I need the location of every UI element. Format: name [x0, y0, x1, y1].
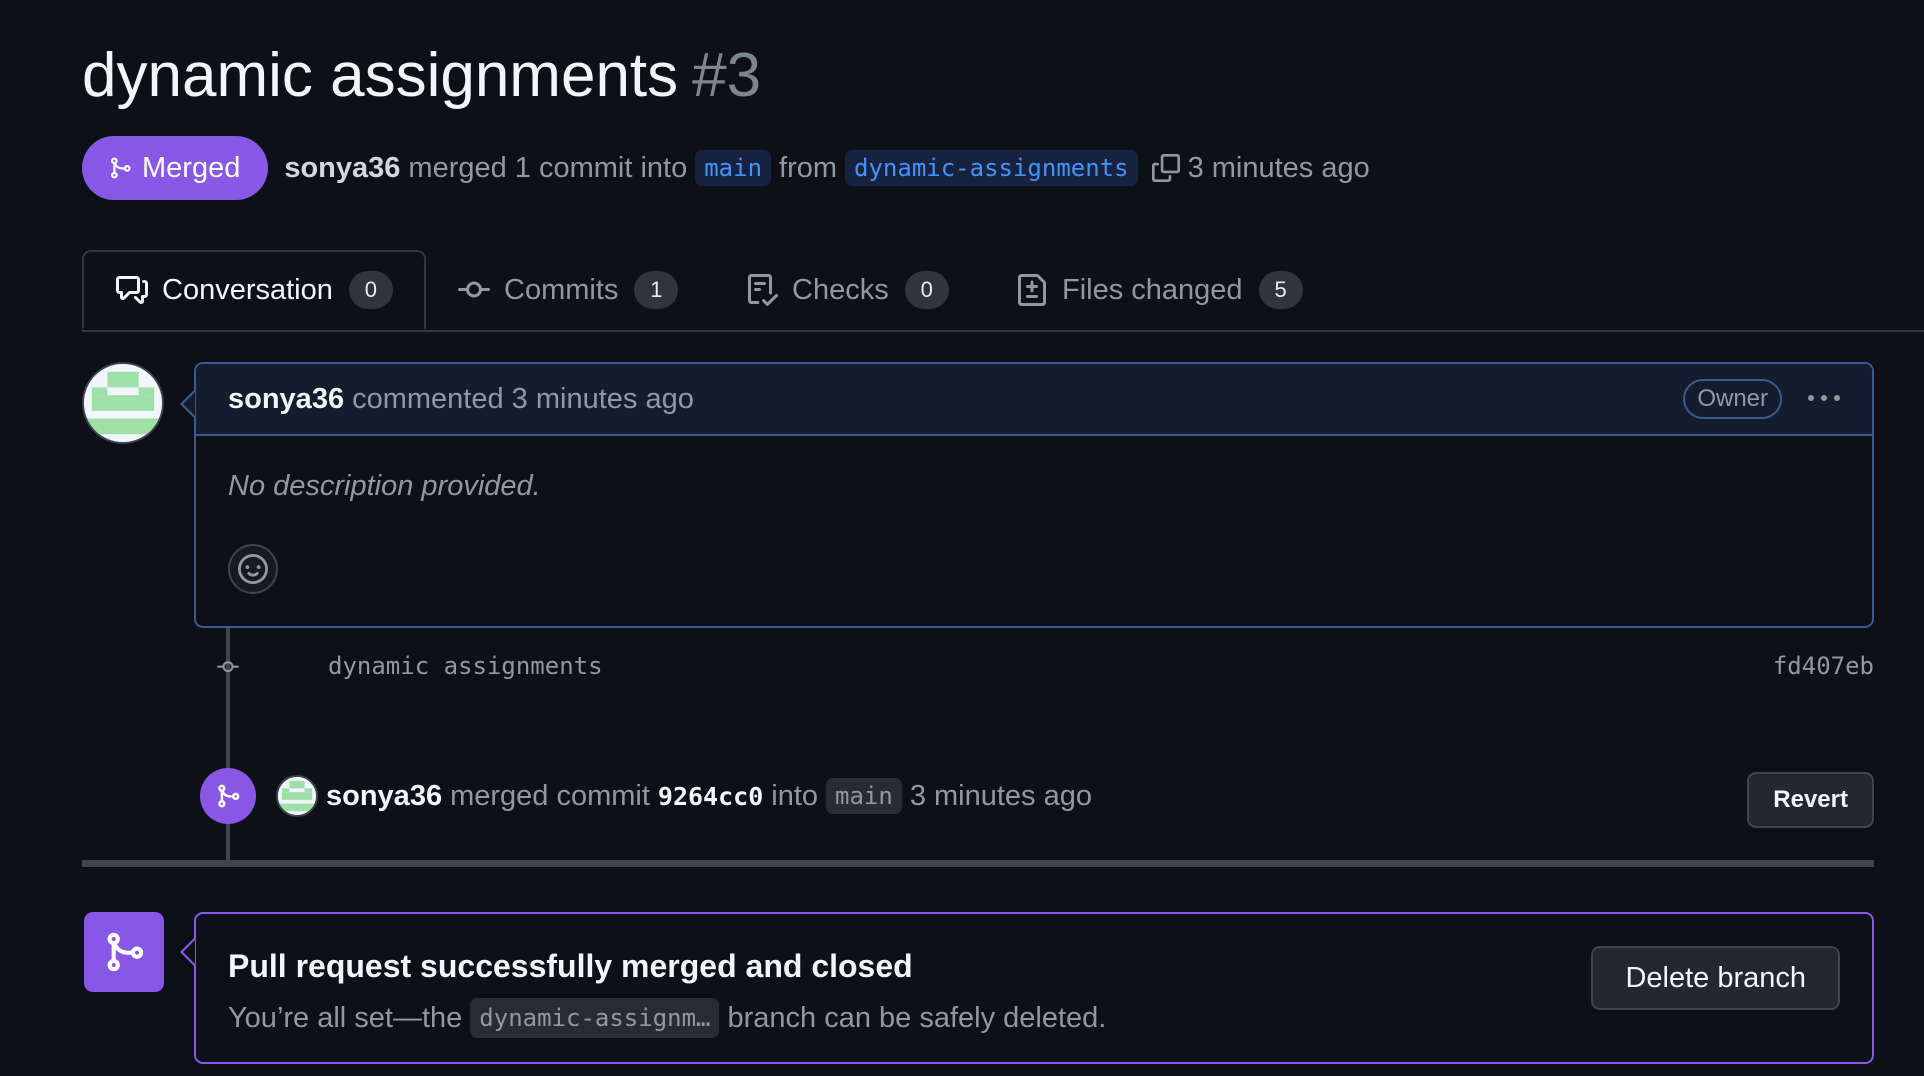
merged-status-icon-box: [84, 912, 164, 992]
tab-files-changed-label: Files changed: [1062, 273, 1243, 306]
head-branch-link[interactable]: dynamic-assignments: [845, 150, 1138, 186]
merged-status-box: Pull request successfully merged and clo…: [194, 912, 1874, 1064]
tab-conversation-label: Conversation: [162, 273, 333, 306]
merged-state-badge: Merged: [82, 136, 269, 200]
tab-commits-count: 1: [634, 271, 679, 309]
git-merge-icon: [215, 783, 241, 809]
merge-event-time[interactable]: 3 minutes ago: [910, 780, 1092, 813]
comment-caret-inner: [183, 392, 195, 416]
comment-header: sonya36 commented 3 minutes ago Owner: [196, 364, 1872, 436]
commit-message-link[interactable]: dynamic assignments: [328, 652, 603, 680]
pr-title: dynamic assignments #3: [82, 40, 761, 111]
owner-badge: Owner: [1683, 379, 1782, 419]
tab-commits[interactable]: Commits 1: [458, 250, 679, 330]
timeline-divider: [82, 860, 1874, 867]
pr-description-comment: sonya36 commented 3 minutes ago Owner No…: [194, 362, 1874, 628]
pr-number: #3: [692, 41, 762, 110]
tab-checks-label: Checks: [792, 273, 889, 306]
tab-checks[interactable]: Checks 0: [746, 250, 949, 330]
merge-event: sonya36 merged commit 9264cc0 into main …: [276, 772, 1092, 820]
git-merge-icon: [108, 155, 142, 181]
smiley-icon: [238, 554, 268, 584]
merged-desc-prefix: You’re all set—the: [228, 1001, 463, 1034]
base-branch-link[interactable]: main: [695, 150, 772, 186]
copy-icon[interactable]: [1151, 154, 1180, 182]
tab-files-changed[interactable]: Files changed 5: [1016, 250, 1303, 330]
tab-conversation-count: 0: [348, 271, 393, 309]
tab-conversation[interactable]: Conversation 0: [82, 250, 426, 330]
add-reaction-button[interactable]: [228, 544, 278, 594]
merge-event-text: merged commit: [450, 779, 650, 812]
merge-into-text: into: [771, 779, 819, 812]
comment-discussion-icon: [116, 274, 162, 306]
git-commit-icon: [458, 274, 504, 306]
avatar[interactable]: [276, 775, 318, 817]
merged-branch-name: dynamic-assignm…: [470, 998, 720, 1038]
avatar[interactable]: [82, 362, 164, 444]
merge-commit-sha-link[interactable]: 9264cc0: [658, 782, 763, 811]
merge-target-branch[interactable]: main: [826, 778, 902, 814]
pr-time: 3 minutes ago: [1187, 151, 1370, 184]
merged-status-title: Pull request successfully merged and clo…: [228, 948, 913, 984]
merge-event-badge: [200, 768, 256, 824]
merged-summary-text: merged 1 commit into: [408, 151, 688, 184]
pr-tabs: Conversation 0 Commits 1 Checks 0 Files …: [82, 250, 1924, 332]
tab-commits-label: Commits: [504, 273, 619, 306]
merged-desc-suffix: branch can be safely deleted.: [727, 1001, 1107, 1034]
kebab-horizontal-icon[interactable]: [1808, 383, 1840, 415]
comment-body: No description provided.: [228, 470, 541, 502]
git-commit-icon: [210, 656, 246, 678]
delete-branch-button[interactable]: Delete branch: [1591, 946, 1840, 1010]
file-diff-icon: [1016, 274, 1062, 306]
revert-button[interactable]: Revert: [1747, 772, 1874, 828]
comment-action: commented: [352, 382, 504, 415]
pr-subheader: Merged sonya36 merged 1 commit into main…: [82, 136, 1370, 200]
comment-time[interactable]: 3 minutes ago: [512, 383, 694, 416]
state-label: Merged: [142, 151, 241, 184]
checklist-icon: [746, 274, 792, 306]
tab-files-changed-count: 5: [1258, 271, 1303, 309]
merge-author-link[interactable]: sonya36: [326, 780, 442, 813]
pr-author-link[interactable]: sonya36: [284, 152, 400, 185]
comment-author-link[interactable]: sonya36: [228, 383, 344, 416]
pr-title-text: dynamic assignments: [82, 41, 679, 110]
from-text: from: [779, 151, 838, 184]
tab-checks-count: 0: [904, 271, 949, 309]
merged-box-caret-inner: [183, 940, 195, 964]
commit-sha-link[interactable]: fd407eb: [1773, 652, 1874, 680]
merged-status-description: You’re all set—the dynamic-assignm… bran…: [228, 998, 1106, 1038]
git-merge-icon: [102, 929, 146, 975]
